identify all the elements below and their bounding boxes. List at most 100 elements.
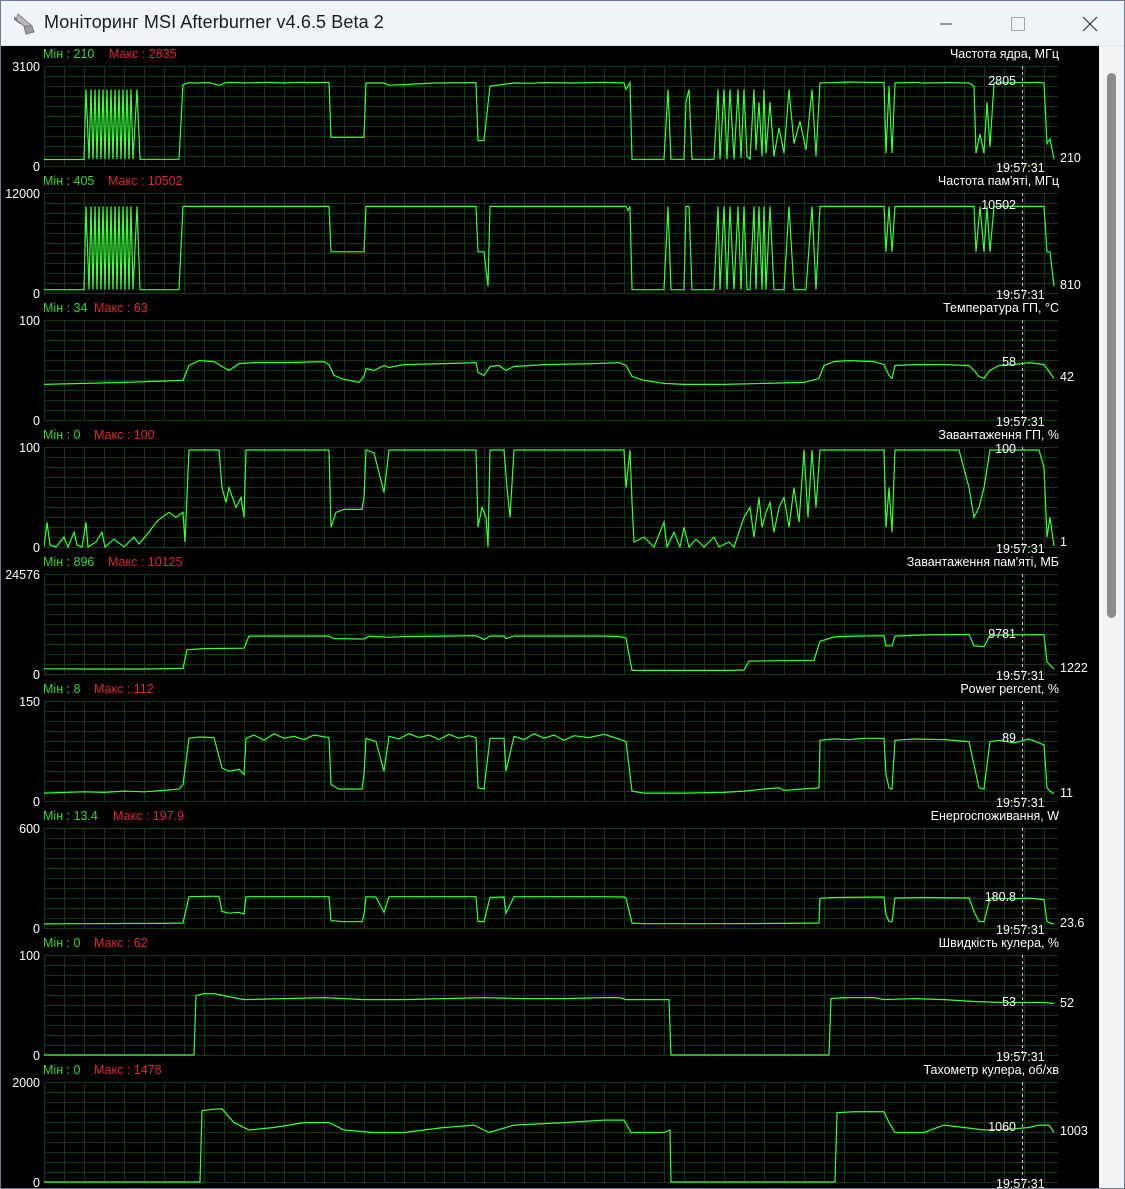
graph-panel[interactable]: Мін : 34 Макс : 63 Температура ГП, °C 100 0 5…	[2, 300, 1100, 429]
graph-title: Power percent, %	[960, 682, 1059, 696]
max-value-label: Макс : 1478	[94, 1063, 162, 1077]
y-axis-min-label: 0	[33, 1176, 40, 1189]
min-value-label: Мін : 0	[43, 1063, 81, 1077]
max-value-label: Макс : 197.9	[113, 809, 185, 823]
graph-plot-area[interactable]	[44, 320, 1058, 421]
cursor-value-label: 89	[1002, 730, 1016, 745]
graph-panel[interactable]: Мін : 0 Макс : 100 Завантаження ГП, % 100 0 1…	[2, 427, 1100, 556]
y-axis-max-label: 100	[19, 949, 40, 963]
graph-panel[interactable]: Мін : 0 Макс : 62 Швидкість кулера, % 100 0 5…	[2, 935, 1100, 1064]
minimize-button[interactable]	[910, 1, 982, 46]
y-axis-max-label: 100	[19, 441, 40, 455]
graph-title: Завантаження ГП, %	[938, 428, 1059, 442]
maximize-icon	[1011, 16, 1025, 31]
graph-series-line	[44, 1108, 1055, 1183]
current-value-label: 11	[1060, 785, 1073, 800]
title-bar[interactable]: Моніторинг MSI Afterburner v4.6.5 Beta 2	[1, 1, 1124, 46]
graph-title: Частота пам'яті, МГц	[937, 174, 1059, 188]
cursor-value-label: 1060	[988, 1119, 1016, 1134]
max-value-label: Макс : 100	[94, 428, 155, 442]
graph-plot-area[interactable]	[44, 955, 1058, 1056]
max-value-label: Макс : 63	[94, 301, 148, 315]
graph-plot-area[interactable]	[44, 193, 1058, 294]
max-value-label: Макс : 10125	[108, 555, 183, 569]
close-button[interactable]	[1054, 1, 1124, 46]
y-axis-max-label: 3100	[12, 60, 40, 74]
current-value-label: 52	[1060, 995, 1074, 1010]
y-axis-min-label: 0	[33, 160, 40, 174]
cursor-value-label: 53	[1002, 994, 1016, 1009]
min-value-label: Мін : 0	[43, 428, 81, 442]
cursor-value-label: 10502	[981, 198, 1016, 213]
graph-title: Швидкість кулера, %	[938, 936, 1059, 950]
current-value-label: 1222	[1060, 661, 1088, 676]
y-axis-max-label: 12000	[5, 187, 40, 201]
y-axis-max-label: 600	[19, 822, 40, 836]
graph-panel[interactable]: Мін : 0 Макс : 1478 Тахометр кулера, об/хв…	[2, 1062, 1100, 1189]
max-value-label: Макс : 2835	[109, 47, 177, 61]
monitoring-graphs-area[interactable]: Мін : 210 Макс : 2835 Частота ядра, МГц 310…	[2, 46, 1124, 1189]
y-axis-max-label: 2000	[12, 1076, 40, 1090]
cursor-value-label: 100	[995, 441, 1016, 456]
y-axis-max-label: 24576	[5, 568, 40, 582]
graph-title: Температура ГП, °C	[943, 301, 1059, 315]
graph-plot-area[interactable]	[44, 1082, 1058, 1183]
min-value-label: Мін : 210	[43, 47, 95, 61]
current-value-label: 810	[1060, 278, 1081, 293]
graph-series-line	[44, 80, 1055, 161]
graph-series-line	[44, 449, 1055, 548]
graph-series-line	[44, 205, 1055, 291]
graph-plot-area[interactable]	[44, 66, 1058, 167]
window-title: Моніторинг MSI Afterburner v4.6.5 Beta 2	[44, 12, 384, 32]
y-axis-max-label: 100	[19, 314, 40, 328]
graph-panel[interactable]: Мін : 8 Макс : 112 Power percent, % 150 0 89 1…	[2, 681, 1100, 810]
cursor-value-label: 180.8	[984, 890, 1016, 905]
graph-panel[interactable]: Мін : 405 Макс : 10502 Частота пам'яті, МГ…	[2, 173, 1100, 302]
y-axis-max-label: 150	[19, 695, 40, 709]
min-value-label: Мін : 34	[43, 301, 88, 315]
min-value-label: Мін : 405	[43, 174, 95, 188]
cursor-value-label: 2805	[988, 74, 1016, 89]
graph-panel[interactable]: Мін : 210 Макс : 2835 Частота ядра, МГц 310…	[2, 46, 1100, 175]
cursor-value-label: 9781	[988, 626, 1016, 641]
graph-series-line	[44, 895, 1055, 925]
y-axis-min-label: 0	[33, 922, 40, 936]
graph-plot-area[interactable]	[44, 574, 1058, 675]
graph-title: Енергоспоживання, W	[930, 809, 1059, 823]
graph-title: Частота ядра, МГц	[949, 47, 1059, 61]
max-value-label: Макс : 112	[94, 682, 154, 696]
current-value-label: 23.6	[1060, 916, 1085, 930]
graph-series-line	[44, 733, 1055, 795]
current-value-label: 1	[1060, 535, 1067, 549]
max-value-label: Макс : 62	[94, 936, 148, 950]
min-value-label: Мін : 8	[43, 682, 81, 696]
cursor-value-label: 58	[1002, 354, 1016, 369]
afterburner-app-icon	[14, 13, 35, 35]
min-value-label: Мін : 13.4	[43, 809, 98, 823]
graph-plot-area[interactable]	[44, 447, 1058, 548]
cursor-time-label: 19:57:31	[996, 1177, 1045, 1189]
current-value-label: 42	[1060, 370, 1074, 385]
y-axis-min-label: 0	[33, 287, 40, 301]
maximize-button[interactable]	[982, 1, 1054, 46]
graph-panel[interactable]: Мін : 896 Макс : 10125 Завантаження пам'ят…	[2, 554, 1100, 683]
graph-panel[interactable]: Мін : 13.4 Макс : 197.9 Енергоспоживання, …	[2, 808, 1100, 937]
min-value-label: Мін : 0	[43, 936, 81, 950]
max-value-label: Макс : 10502	[108, 174, 183, 188]
current-value-label: 1003	[1060, 1124, 1088, 1139]
minimize-icon	[940, 23, 952, 24]
scrollbar-thumb[interactable]	[1107, 73, 1116, 618]
y-axis-min-label: 0	[33, 541, 40, 555]
graph-plot-area[interactable]	[44, 701, 1058, 802]
close-icon	[1082, 16, 1098, 31]
graph-plot-area[interactable]	[44, 828, 1058, 929]
afterburner-window: Моніторинг MSI Afterburner v4.6.5 Beta 2…	[0, 0, 1125, 1189]
graph-series-line	[44, 633, 1055, 672]
graph-title: Завантаження пам'яті, МБ	[906, 555, 1059, 569]
y-axis-min-label: 0	[33, 795, 40, 809]
y-axis-min-label: 0	[33, 414, 40, 428]
vertical-scrollbar[interactable]	[1099, 46, 1124, 1188]
min-value-label: Мін : 896	[43, 555, 95, 569]
graph-title: Тахометр кулера, об/хв	[923, 1063, 1059, 1077]
current-value-label: 210	[1060, 151, 1081, 166]
